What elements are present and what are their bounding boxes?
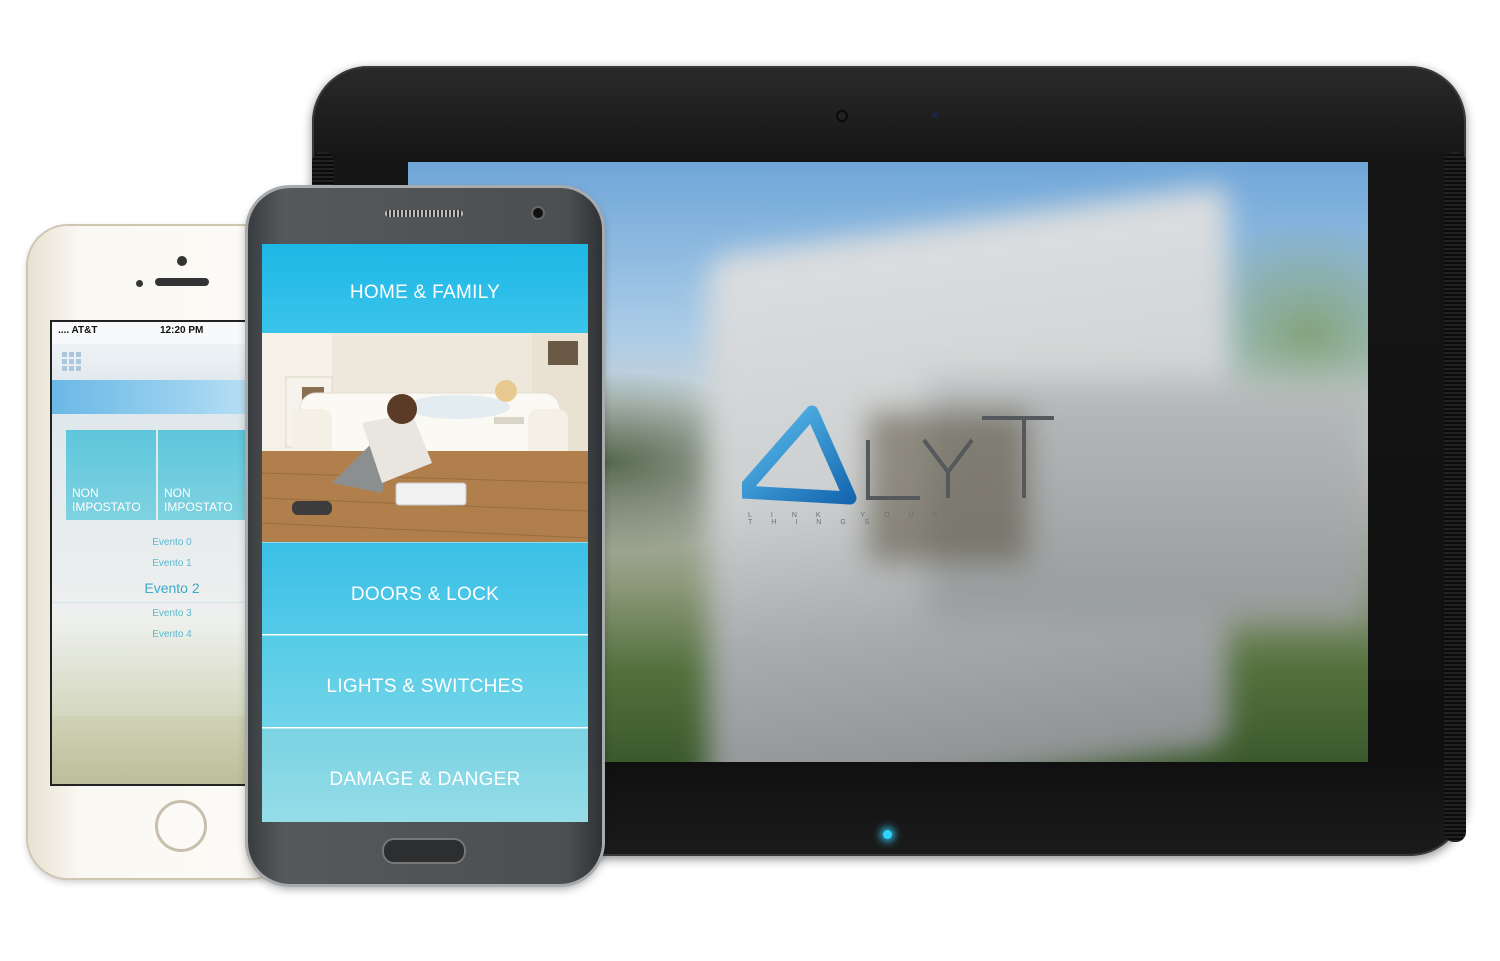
family-photo-illustration bbox=[262, 333, 588, 542]
tablet-camera bbox=[838, 112, 846, 120]
android-screen: HOME & FAMILY DOORS & LOCK LIGHTS & SWIT… bbox=[262, 244, 588, 822]
lyt-tagline: LINK YOUR THINGS bbox=[748, 512, 957, 526]
android-camera bbox=[533, 208, 543, 218]
tile-label: NON IMPOSTATO bbox=[72, 486, 141, 514]
iphone-camera bbox=[177, 256, 187, 266]
tile-slot-2[interactable]: NON IMPOSTATO bbox=[158, 430, 248, 520]
iphone-speaker bbox=[155, 278, 209, 286]
android-speaker-grille bbox=[385, 210, 463, 217]
menu-damage-danger[interactable]: DAMAGE & DANGER bbox=[262, 728, 588, 822]
tablet-notification-led bbox=[883, 830, 892, 839]
tablet-sensor bbox=[932, 112, 938, 118]
clock: 12:20 PM bbox=[160, 325, 204, 336]
grid-menu-icon[interactable] bbox=[62, 352, 82, 372]
tile-slot-1[interactable]: NON IMPOSTATO bbox=[66, 430, 156, 520]
lyt-logo bbox=[742, 405, 1054, 505]
android-device: HOME & FAMILY DOORS & LOCK LIGHTS & SWIT… bbox=[248, 188, 602, 884]
tile-label: NON IMPOSTATO bbox=[164, 486, 233, 514]
menu-doors-lock[interactable]: DOORS & LOCK bbox=[262, 542, 588, 634]
menu-lights-switches[interactable]: LIGHTS & SWITCHES bbox=[262, 635, 588, 727]
android-home-button[interactable] bbox=[382, 838, 466, 864]
iphone-home-button[interactable] bbox=[155, 800, 207, 852]
tablet-speaker-right bbox=[1444, 152, 1466, 842]
carrier-label: .... AT&T bbox=[58, 325, 98, 336]
family-photo bbox=[262, 333, 588, 542]
menu-home-family[interactable]: HOME & FAMILY bbox=[262, 244, 588, 333]
